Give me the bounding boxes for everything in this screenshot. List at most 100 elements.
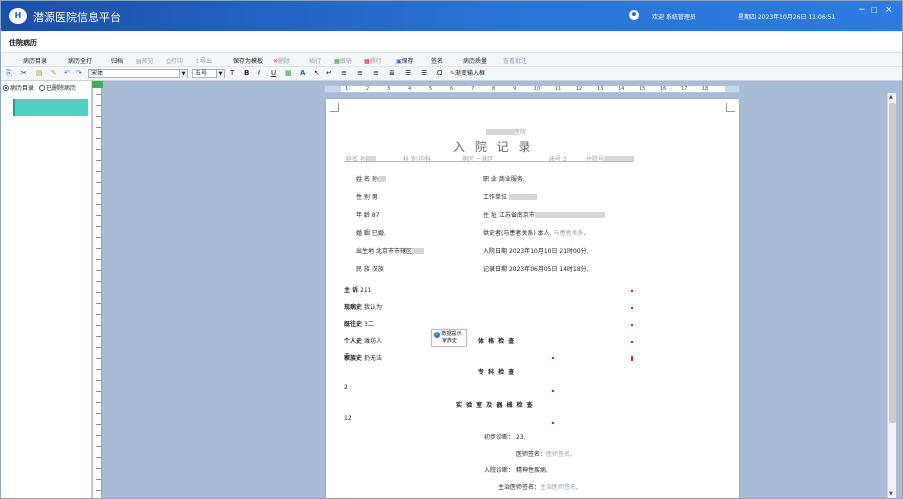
align-right-icon[interactable]: ≡	[373, 69, 379, 78]
ruler-mark: 15	[639, 86, 646, 92]
document-page[interactable]: 医院 入 院 记 录 姓名 孙 科 别 内科 病区 一病区 床号 3 住院号 姓…	[326, 99, 739, 498]
ruler-mark: 3	[387, 86, 391, 92]
delete-row-button[interactable]: ▦删行	[364, 56, 382, 65]
ruler-tick	[96, 457, 101, 458]
ruler-margin-right	[725, 86, 739, 92]
indent-icon[interactable]: ☰	[421, 69, 427, 78]
ruler-tick	[96, 314, 101, 315]
export-button[interactable]: ⇪导出	[195, 56, 212, 65]
hospital-name: 医院	[486, 127, 526, 136]
ruler-tick	[96, 215, 101, 216]
ruler-mark: 18	[702, 86, 709, 92]
red-marker	[631, 341, 633, 343]
underline-icon[interactable]: U	[271, 69, 276, 78]
print-all-button[interactable]: 病历全打	[68, 56, 92, 65]
radio-deleted[interactable]	[38, 85, 45, 91]
enter-icon[interactable]: ↵	[326, 69, 332, 78]
ruler-mark: 1	[345, 86, 349, 92]
ruler-toggle-button[interactable]	[92, 81, 103, 88]
doctor-signature: 医师签名：医师签名,	[516, 451, 572, 458]
align-center-icon[interactable]: ≡	[357, 69, 363, 78]
ruler-tick	[96, 127, 101, 128]
red-marker	[631, 324, 633, 326]
ruler-tick	[96, 347, 101, 348]
scroll-thumb[interactable]	[889, 103, 896, 423]
field-occupation: 职 业 商业服务,	[483, 176, 525, 183]
scroll-down-icon[interactable]: ▼	[889, 491, 893, 497]
justify-icon[interactable]: ≣	[389, 69, 395, 78]
ruler-tick	[96, 468, 101, 469]
field-gender: 性 别 男	[356, 194, 378, 201]
format-painter-icon[interactable]: ✎	[51, 69, 57, 78]
data-tooltip: i 数据提示 家族史	[431, 329, 467, 347]
undo-icon[interactable]: ↶	[64, 69, 70, 78]
ruler-tick	[96, 193, 101, 194]
align-left-icon[interactable]: ≡	[341, 69, 347, 78]
quick-input-button[interactable]: ✎渐变输入框	[450, 69, 485, 78]
red-marker	[552, 390, 554, 392]
radio-catalog[interactable]	[3, 85, 9, 91]
hospital-logo-icon: H	[9, 8, 27, 24]
ruler-mark: 2	[366, 86, 370, 92]
view-comments-button[interactable]: 查看批注	[503, 56, 527, 65]
app-window: H 潜源医院信息平台 欢迎 系统管理员 星期四 2023年10月26日 11:0…	[0, 0, 903, 499]
exam-title: 体 格 检 查	[478, 338, 516, 345]
field-name: 姓 名 孙	[356, 174, 386, 183]
user-icon	[629, 10, 639, 20]
document-editor: 1 2 3 4 5 6 7 8 9 10 11 12 13 14 15 16 17 18 医院 入 院 记 录 姓…	[92, 81, 902, 498]
paste-icon[interactable]: ▤	[36, 69, 43, 78]
welcome-text: 欢迎 系统管理员	[652, 14, 696, 21]
record-title: 入 院 记 录	[453, 140, 534, 154]
selected-record-item[interactable]	[13, 99, 88, 116]
page-title: 住院病历	[9, 39, 37, 47]
table-icon[interactable]: ▦	[285, 69, 292, 78]
ruler-mark: 6	[450, 86, 454, 92]
italic-icon[interactable]: I	[258, 69, 260, 78]
close-icon[interactable]: ×	[885, 5, 893, 15]
ruler-tick	[96, 182, 101, 183]
save-template-button[interactable]: 保存为模板	[233, 56, 263, 65]
archive-button[interactable]: 归档	[111, 56, 123, 65]
subscript-icon[interactable]: ↖	[314, 69, 320, 78]
sign-button[interactable]: 签名	[431, 56, 443, 65]
lab-exam-title: 实 验 室 及 器 械 检 查	[456, 402, 534, 409]
vertical-ruler	[93, 88, 102, 498]
maximize-icon[interactable]: □	[871, 6, 878, 14]
new-icon[interactable]: ⎘	[6, 69, 12, 78]
chief-doctor-signature: 主治医师签名：主治医师签名,	[498, 484, 578, 491]
ruler-mark: 11	[555, 86, 562, 92]
tooltip-title: 数据提示	[441, 331, 462, 337]
print-button[interactable]: ⎙打印	[166, 56, 183, 66]
ruler-mark: 5	[429, 86, 433, 92]
ruler-tick	[96, 303, 101, 304]
catalog-button[interactable]: 病历目录	[23, 56, 47, 65]
quality-button[interactable]: 病历质量	[463, 56, 487, 65]
ruler-tick	[96, 105, 101, 106]
datetime-text: 星期四 2023年10月26日 11:06:51	[738, 14, 836, 21]
delete-button[interactable]: ✕删除	[273, 56, 290, 65]
font-size-select[interactable]: 五号 ▼	[192, 69, 225, 78]
font-family-select[interactable]: 宋体 ▼	[88, 69, 188, 78]
view-toggle: 病历目录 已删除病历	[3, 83, 76, 92]
field-admission-date: 入院日期 2023年10月10日 21时00分,	[483, 248, 589, 255]
font-color-icon[interactable]: A	[300, 69, 305, 78]
redo-icon[interactable]: ↷	[76, 69, 82, 78]
app-title: 潜源医院信息平台	[33, 11, 121, 24]
save-button[interactable]: ▣保存	[396, 56, 414, 65]
undo-button[interactable]: ▦撤销	[334, 56, 352, 65]
font-family-value: 宋体	[91, 70, 104, 77]
bold-icon[interactable]: B	[244, 69, 249, 78]
cut-icon[interactable]: ✂	[21, 69, 27, 78]
ruler-tick	[96, 435, 101, 436]
minimize-icon[interactable]: −	[858, 5, 866, 15]
text-icon[interactable]: T	[230, 69, 234, 78]
ruler-tick	[96, 446, 101, 447]
scroll-up-icon[interactable]: ▲	[889, 94, 893, 100]
insert-row-button[interactable]: 插行	[309, 56, 321, 65]
omega-icon[interactable]: Ω	[437, 69, 442, 78]
vertical-scrollbar[interactable]: ▲ ▼	[887, 93, 896, 498]
ruler-tick	[96, 270, 101, 271]
list-icon[interactable]: ☰	[405, 69, 411, 78]
preview-button[interactable]: ▤预览	[136, 56, 154, 65]
ruler-mark: 9	[513, 86, 517, 92]
